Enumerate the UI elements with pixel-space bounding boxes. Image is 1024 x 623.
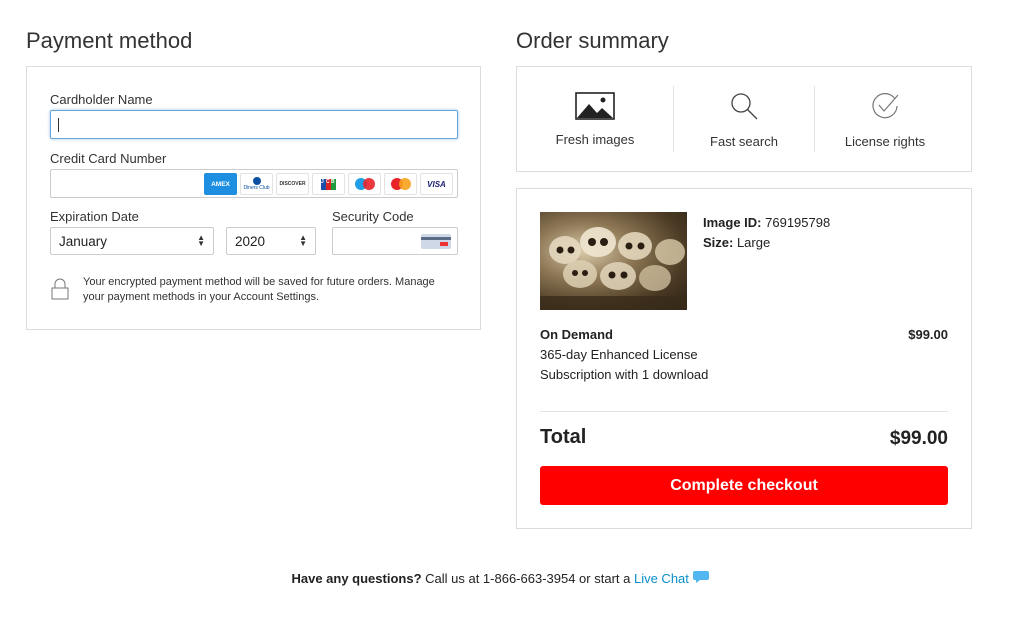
help-footer: Have any questions? Call us at 1-866-663… — [0, 570, 1000, 586]
lock-icon — [51, 278, 69, 305]
payment-title: Payment method — [26, 28, 193, 53]
help-question: Have any questions? — [291, 571, 422, 586]
plan-license: 365-day Enhanced License — [540, 347, 698, 362]
select-arrows-icon: ▲ ▼ — [197, 233, 205, 248]
card-back-icon — [421, 234, 451, 249]
feature-fast-search: Fast search — [674, 79, 814, 159]
complete-checkout-button[interactable]: Complete checkout — [540, 466, 948, 505]
plan-downloads: Subscription with 1 download — [540, 367, 709, 382]
cardholder-input[interactable] — [50, 110, 458, 139]
mastercard-icon — [384, 173, 417, 195]
image-icon — [575, 91, 615, 120]
visa-icon: VISA — [420, 173, 453, 195]
security-label: Security Code — [332, 209, 414, 224]
help-call-text: Call us at 1-866-663-3954 or start a — [421, 571, 634, 586]
chat-bubble-icon[interactable] — [692, 570, 709, 584]
cardholder-label: Cardholder Name — [50, 92, 153, 107]
text-cursor — [58, 118, 59, 132]
select-arrows-icon: ▲ ▼ — [299, 233, 307, 248]
feature-fresh-images: Fresh images — [517, 79, 673, 159]
plan-price: $99.00 — [908, 327, 948, 342]
features-card: Fresh images Fast search License rights — [516, 66, 972, 172]
check-circle-icon — [872, 92, 899, 118]
live-chat-link[interactable]: Live Chat — [634, 571, 689, 586]
image-size: Size: Large — [703, 235, 771, 250]
total-label: Total — [540, 426, 587, 448]
card-logos: AMEX Diners Club DISCOVER J C B VISA — [204, 173, 453, 195]
image-id: Image ID: 769195798 — [703, 215, 831, 230]
diners-club-icon: Diners Club — [240, 173, 273, 195]
card-number-label: Credit Card Number — [50, 151, 167, 166]
amex-icon: AMEX — [204, 173, 237, 195]
summary-title: Order summary — [516, 28, 669, 53]
total-value: $99.00 — [889, 428, 948, 449]
expiration-label: Expiration Date — [50, 209, 139, 224]
feature-license-rights: License rights — [815, 79, 955, 159]
card-number-input[interactable]: AMEX Diners Club DISCOVER J C B VISA — [50, 169, 458, 198]
payment-card: Cardholder Name Credit Card Number AMEX … — [26, 66, 481, 330]
search-icon — [731, 92, 758, 119]
plan-name: On Demand — [540, 327, 613, 342]
year-select[interactable]: 2020 ▲ ▼ — [226, 227, 316, 255]
security-code-input[interactable] — [332, 227, 458, 255]
jcb-icon: J C B — [312, 173, 345, 195]
divider — [540, 411, 948, 412]
maestro-icon — [348, 173, 381, 195]
order-card: Image ID: 769195798 Size: Large On Deman… — [516, 188, 972, 529]
save-notice: Your encrypted payment method will be sa… — [83, 276, 435, 303]
product-thumbnail[interactable] — [540, 212, 687, 310]
month-select[interactable]: January ▲ ▼ — [50, 227, 214, 255]
discover-icon: DISCOVER — [276, 173, 309, 195]
